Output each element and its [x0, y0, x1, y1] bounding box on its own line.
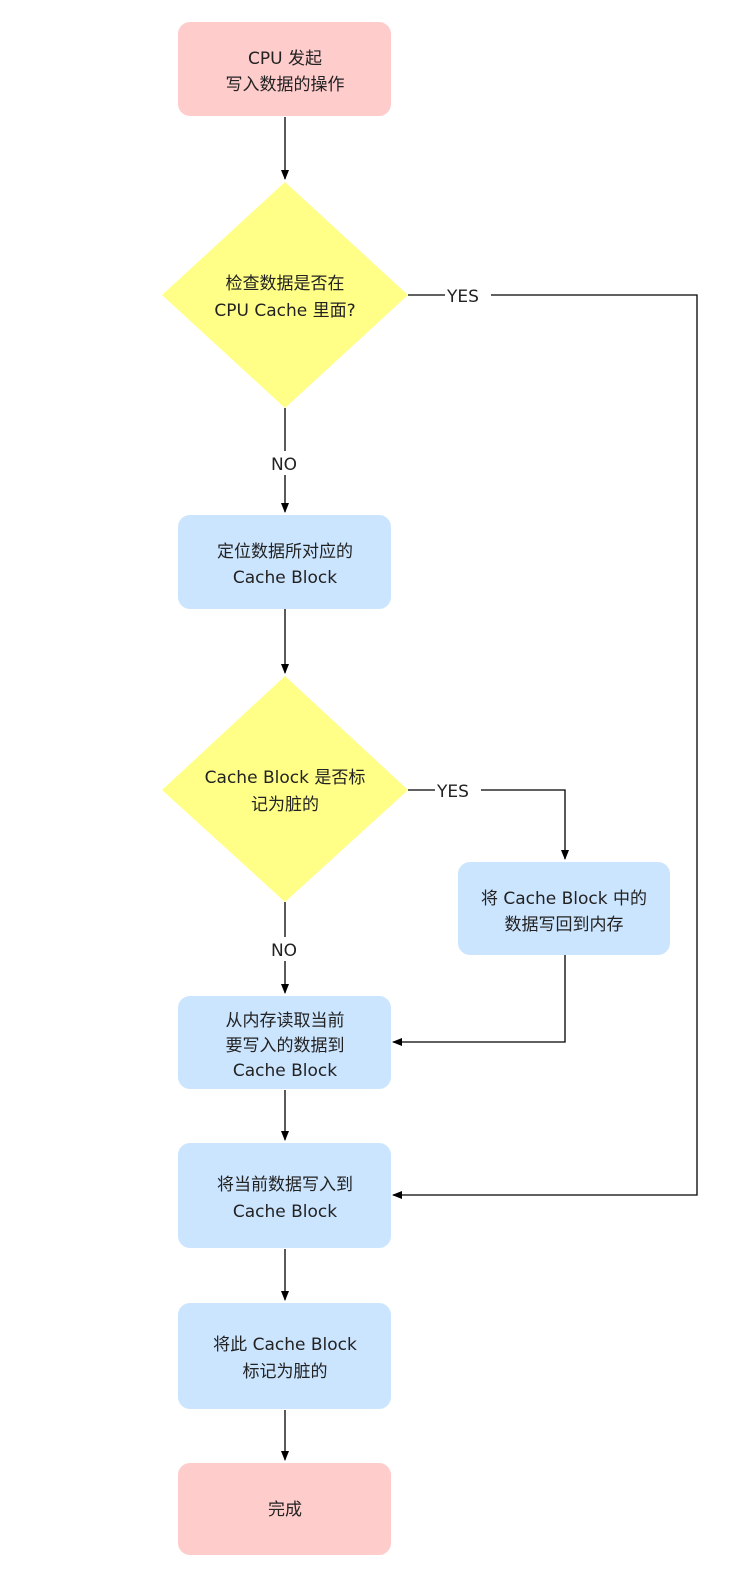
read-memory-line-3: Cache Block — [233, 1061, 337, 1081]
edge-label-check-dirty-no: NO — [271, 941, 297, 961]
start-line-1: CPU 发起 — [248, 49, 322, 69]
check-cache-line-2: CPU Cache 里面? — [214, 301, 355, 321]
locate-block-line-1: 定位数据所对应的 — [217, 542, 353, 562]
locate-block-shape — [178, 515, 391, 609]
write-data-line-1: 将当前数据写入到 — [217, 1175, 353, 1195]
mark-dirty-line-2: 标记为脏的 — [243, 1362, 328, 1382]
write-data-shape — [178, 1143, 391, 1248]
node-start: CPU 发起 写入数据的操作 — [178, 22, 391, 116]
check-dirty-line-2: 记为脏的 — [251, 795, 319, 815]
start-line-2: 写入数据的操作 — [226, 75, 345, 95]
check-cache-line-1: 检查数据是否在 — [226, 274, 345, 294]
edge-check-cache-yes — [392, 294, 698, 1199]
node-write-back: 将 Cache Block 中的 数据写回到内存 — [458, 862, 670, 955]
read-memory-line-2: 要写入的数据到 — [226, 1036, 345, 1056]
write-data-line-2: Cache Block — [233, 1202, 337, 1222]
mark-dirty-shape — [178, 1303, 391, 1409]
edge-label-check-cache-no: NO — [271, 455, 297, 475]
edge-label-check-dirty-yes: YES — [436, 782, 469, 802]
check-dirty-shape — [162, 676, 408, 902]
edge-write-back-to-read-memory — [392, 955, 566, 1046]
decision-check-dirty: Cache Block 是否标 记为脏的 — [162, 676, 408, 902]
done-label: 完成 — [268, 1500, 302, 1520]
edge-check-dirty-yes — [408, 789, 569, 860]
node-write-data: 将当前数据写入到 Cache Block — [178, 1143, 391, 1248]
decision-check-cache: 检查数据是否在 CPU Cache 里面? — [162, 182, 408, 408]
node-read-memory: 从内存读取当前 要写入的数据到 Cache Block — [178, 996, 391, 1089]
node-done: 完成 — [178, 1463, 391, 1555]
read-memory-line-1: 从内存读取当前 — [226, 1011, 345, 1031]
locate-block-line-2: Cache Block — [233, 568, 337, 588]
write-back-line-2: 数据写回到内存 — [505, 915, 624, 935]
node-locate-block: 定位数据所对应的 Cache Block — [178, 515, 391, 609]
mark-dirty-line-1: 将此 Cache Block — [213, 1335, 357, 1355]
node-mark-dirty: 将此 Cache Block 标记为脏的 — [178, 1303, 391, 1409]
write-back-line-1: 将 Cache Block 中的 — [481, 889, 647, 909]
start-shape — [178, 22, 391, 116]
check-dirty-line-1: Cache Block 是否标 — [205, 768, 366, 788]
edge-label-check-cache-yes: YES — [446, 287, 479, 307]
check-cache-shape — [162, 182, 408, 408]
write-back-flowchart: YES NO YES NO CPU 发起 写入数据的操作 检查数据是否在 CPU… — [162, 22, 698, 1555]
